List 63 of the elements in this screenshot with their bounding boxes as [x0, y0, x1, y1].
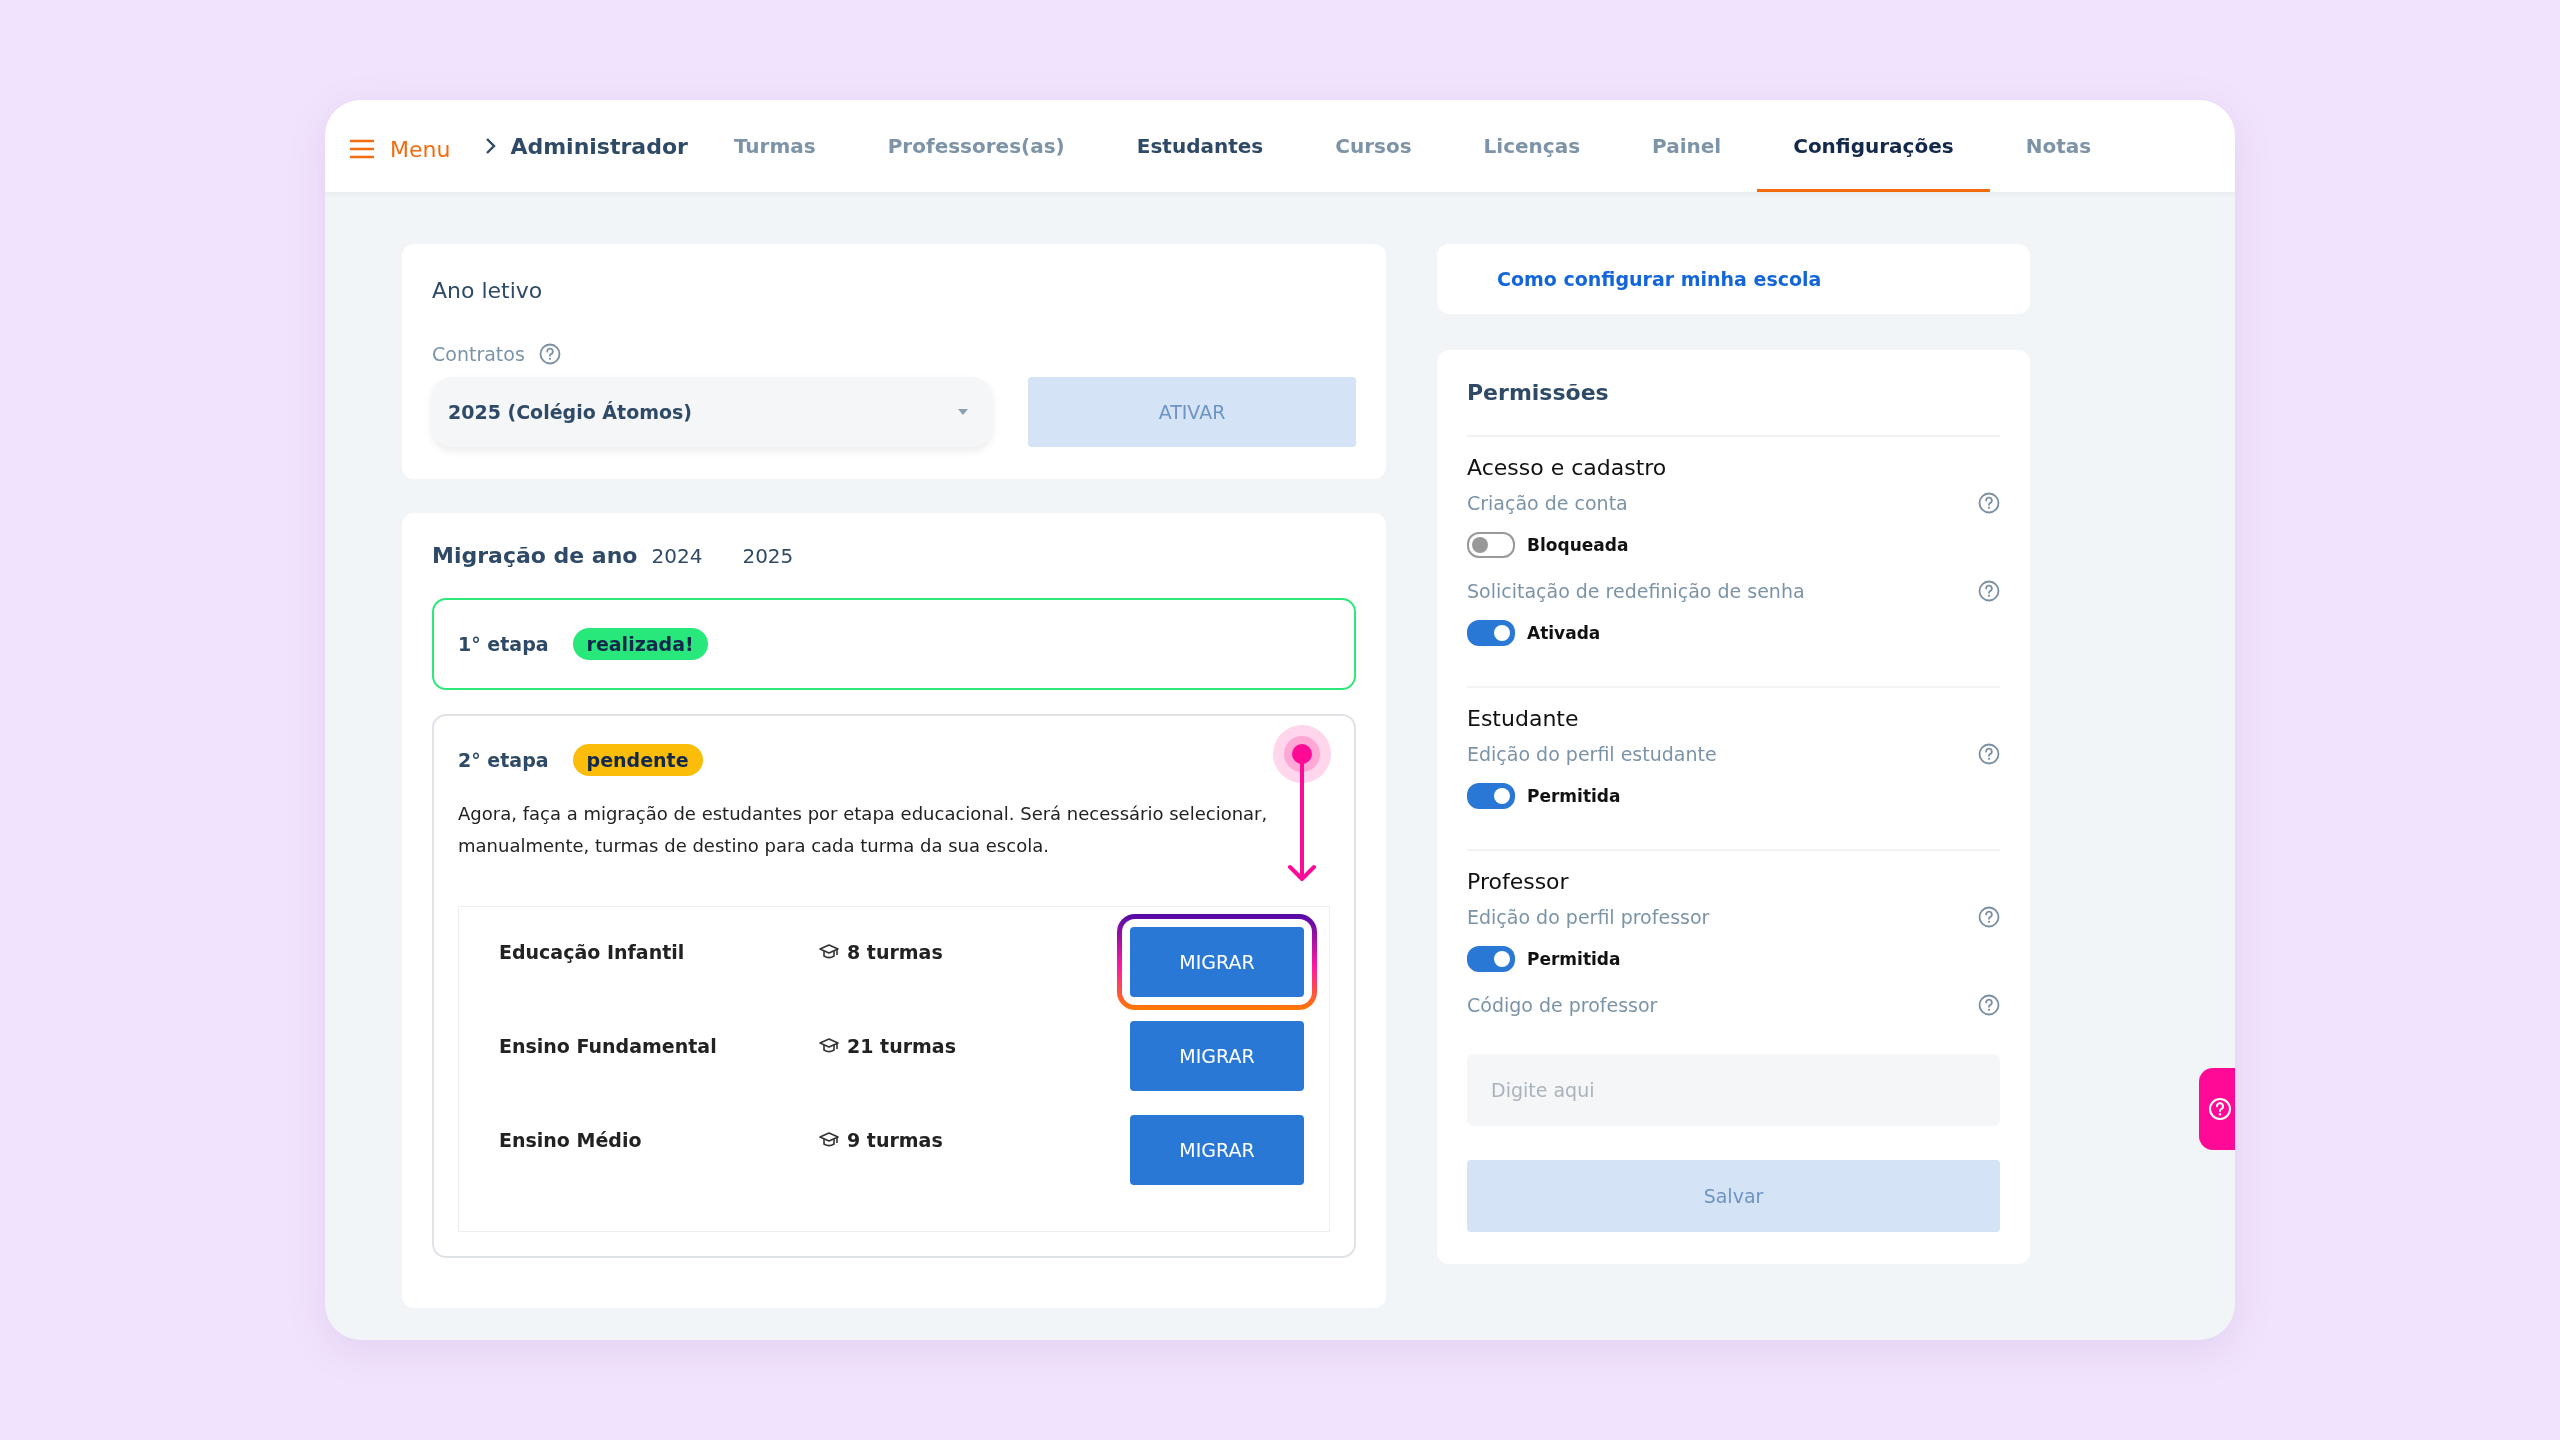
help-icon — [1978, 580, 2000, 602]
dropdown-caret-icon — [956, 408, 970, 416]
group-title: Professor — [1467, 869, 1570, 894]
help-link[interactable]: Como configurar minha escola — [1497, 268, 1822, 290]
menu-button[interactable]: Menu — [350, 100, 451, 192]
setting-label: Edição do perfil professor — [1467, 906, 1710, 928]
step-label: 1° etapa — [458, 633, 549, 655]
setting-label: Código de professor — [1467, 994, 1658, 1016]
graduation-cap-icon — [819, 1132, 839, 1148]
year-label: 2024 — [651, 544, 703, 568]
toggle-switch[interactable] — [1467, 946, 1515, 972]
setting-label: Edição do perfil estudante — [1467, 743, 1717, 765]
status-badge: realizada! — [572, 628, 708, 660]
setting-label: Solicitação de redefinição de senha — [1467, 580, 1805, 602]
toggle-switch[interactable] — [1467, 620, 1515, 646]
chevron-right-icon — [484, 137, 497, 155]
nav-tab[interactable]: Turmas — [697, 100, 852, 192]
setting-label: Criação de conta — [1467, 492, 1628, 514]
class-count: 8 turmas — [847, 941, 943, 963]
nav-tab[interactable]: Cursos — [1299, 100, 1448, 192]
toggle-label: Permitida — [1527, 949, 1621, 969]
nav-tab[interactable]: Configurações — [1757, 100, 1990, 192]
segment-name: Ensino Fundamental — [499, 1035, 718, 1057]
class-count: 21 turmas — [847, 1035, 956, 1057]
nav-tab[interactable]: Licenças — [1447, 100, 1617, 192]
field-label: Contratos — [432, 343, 525, 365]
nav-tab[interactable]: Painel — [1616, 100, 1758, 192]
group-title: Estudante — [1467, 706, 1580, 731]
nav-tab[interactable]: Notas — [1989, 100, 2128, 192]
contract-select[interactable]: 2025 (Colégio Átomos) — [432, 377, 992, 447]
graduation-cap-icon — [819, 1038, 839, 1054]
migrate-button[interactable]: MIGRAR — [1130, 1021, 1304, 1091]
toggle-label: Ativada — [1527, 623, 1601, 643]
help-icon — [1978, 994, 2000, 1016]
group-title: Acesso e cadastro — [1467, 455, 1668, 480]
help-icon — [1978, 743, 2000, 765]
segment-name: Educação Infantil — [499, 941, 686, 963]
graduation-cap-icon — [819, 944, 839, 960]
menu-icon — [350, 139, 374, 159]
migrate-button[interactable]: MIGRAR — [1130, 1115, 1304, 1185]
step-description: Agora, faça a migração de estudantes por etapa educacional. Será necessário selecionar, manualmente, turmas de destino para cada turma da sua escola. — [458, 802, 1269, 858]
text-input-field[interactable]: Digite aqui — [1467, 1054, 2000, 1126]
year-label: 2025 — [742, 544, 794, 568]
card-title: Ano letivo — [432, 278, 544, 303]
help-tab[interactable] — [2199, 1068, 2235, 1150]
segment-name: Ensino Médio — [499, 1129, 643, 1151]
nav-tab[interactable]: Estudantes — [1100, 100, 1300, 192]
status-badge: pendente — [572, 744, 703, 776]
breadcrumb: Administrador — [510, 133, 688, 159]
nav-tab[interactable]: Professores(as) — [851, 100, 1101, 192]
toggle-label: Bloqueada — [1527, 535, 1629, 555]
help-icon — [1978, 492, 2000, 514]
class-count: 9 turmas — [847, 1129, 943, 1151]
toggle-label: Permitida — [1527, 786, 1621, 806]
toggle-switch[interactable] — [1467, 532, 1515, 558]
toggle-switch[interactable] — [1467, 783, 1515, 809]
step-label: 2° etapa — [458, 749, 549, 771]
migrate-button[interactable]: MIGRAR — [1130, 927, 1304, 997]
section-title: Migração de ano — [432, 543, 638, 568]
help-icon — [2208, 1097, 2232, 1121]
help-icon — [1978, 906, 2000, 928]
section-title: Permissões — [1467, 380, 1610, 407]
help-icon — [538, 343, 561, 365]
